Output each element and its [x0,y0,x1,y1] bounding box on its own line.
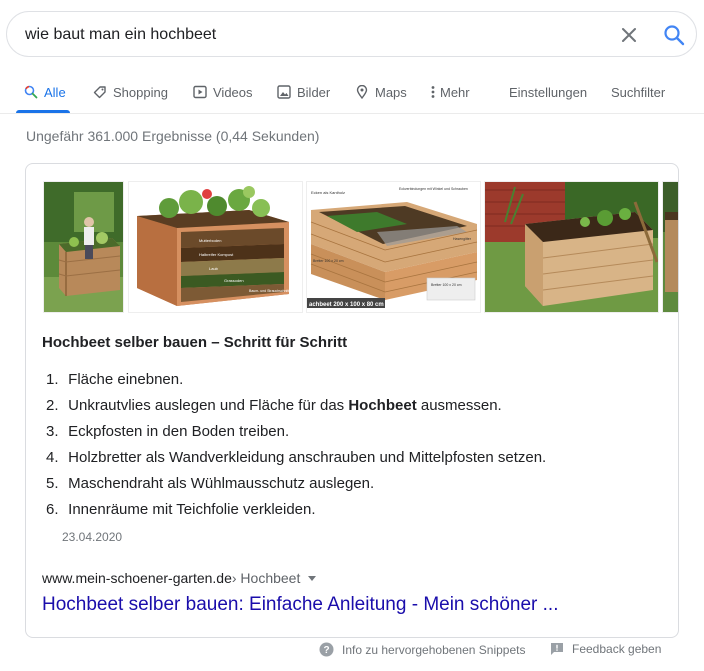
clear-search-button[interactable] [619,25,639,45]
snippet-steps-list: 1. Fläche einebnen. 2. Unkrautvlies ausl… [46,367,546,523]
step-text: Unkrautvlies auslegen und Fläche für das [68,397,349,414]
diagram-label: Eckverbindungen mit Winkel und Schrauben [399,187,468,191]
diagram-label: Mutterboden [199,238,221,243]
step-number: 5. [46,475,59,492]
diagram-label: achbeet 200 x 100 x 80 cm [309,302,384,308]
chevron-down-icon[interactable] [308,575,317,581]
tab-mehr[interactable]: Mehr [430,82,470,102]
search-tabs: Alle Shopping Videos Bilder Maps Mehr Ei… [0,70,704,114]
cite-path: › Hochbeet [231,570,301,586]
featured-snippet: Mutterboden Halbreifer Kompost Laub Gras… [25,163,679,638]
tab-label: Mehr [440,84,470,100]
more-vert-icon [431,86,435,98]
active-tab-indicator [16,110,70,113]
step-number: 1. [46,371,59,388]
help-icon: ? [319,642,334,657]
diagram-label: Ecken als Kantholz [311,190,345,195]
tab-label: Shopping [113,84,168,100]
tab-label: Einstellungen [509,84,588,100]
diagram-label: Baum- und Strauchschnitt [249,289,289,293]
tab-label: Videos [213,84,253,100]
close-icon [622,28,636,42]
snippet-title: Hochbeet selber bauen – Schritt für Schr… [42,334,348,351]
map-pin-icon [356,85,368,99]
step-text: ausmessen. [416,397,502,414]
diagram-label: Grassoden [224,278,244,283]
tab-suchfilter[interactable]: Suchfilter [611,82,665,102]
step-number: 3. [46,423,59,440]
diagram-label: Halbreifer Kompost [199,252,234,257]
result-title-link[interactable]: Hochbeet selber bauen: Einfache Anleitun… [42,594,559,616]
hochbeet-wooden-raised-bed-photo[interactable] [484,181,659,313]
tab-shopping[interactable]: Shopping [93,82,168,102]
search-box[interactable] [6,11,697,57]
step-text: Eckpfosten in den Boden treiben. [68,423,290,440]
list-item: 5. Maschendraht als Wühlmausschutz ausle… [46,471,546,497]
image-icon [277,85,291,99]
snippet-date: 23.04.2020 [62,530,123,544]
search-icon [24,85,38,99]
list-item: 4. Holzbretter als Wandverkleidung ansch… [46,445,546,471]
feedback-link[interactable]: Feedback geben [550,642,661,656]
search-button[interactable] [663,24,685,46]
result-breadcrumb: www.mein-schoener-garten.de › Hochbeet [42,570,317,586]
diagram-label: Bretter 100 x 20 cm [431,283,462,287]
tab-einstellungen[interactable]: Einstellungen [509,82,587,102]
snippet-image-strip: Mutterboden Halbreifer Kompost Laub Gras… [43,181,678,313]
tab-alle[interactable]: Alle [24,82,66,102]
tab-label: Maps [375,84,407,100]
step-text: Innenräume mit Teichfolie verkleiden. [68,501,316,518]
search-icon [664,25,685,46]
cite-domain: www.mein-schoener-garten.de [42,570,232,586]
svg-text:?: ? [323,645,329,656]
feedback-label: Feedback geben [572,642,662,656]
diagram-label: Laub [209,266,219,271]
feedback-icon [551,643,563,655]
hochbeet-partial-photo[interactable] [662,181,678,313]
tab-label: Alle [44,84,66,100]
hochbeet-layers-diagram[interactable]: Mutterboden Halbreifer Kompost Laub Gras… [128,181,303,313]
diagram-label: Bretter 100 x 20 cm [313,259,344,263]
list-item: 1. Fläche einebnen. [46,367,546,393]
diagram-label: Hasengitter [453,237,472,241]
list-item: 3. Eckpfosten in den Boden treiben. [46,419,546,445]
tag-icon [93,86,106,99]
hochbeet-garden-photo[interactable] [43,181,124,313]
tab-bilder[interactable]: Bilder [277,82,330,102]
step-number: 2. [46,397,59,414]
tab-label: Suchfilter [611,84,666,100]
tab-maps[interactable]: Maps [355,82,407,102]
tab-videos[interactable]: Videos [193,82,253,102]
step-number: 6. [46,501,59,518]
info-label: Info zu hervorgehobenen Snippets [342,642,526,657]
step-number: 4. [46,449,59,466]
list-item: 2. Unkrautvlies auslegen und Fläche für … [46,393,546,419]
step-text: Fläche einebnen. [68,371,184,388]
snippet-info-link[interactable]: ? Info zu hervorgehobenen Snippets [319,642,525,657]
step-text: Holzbretter als Wandverkleidung anschrau… [68,449,547,466]
step-highlight: Hochbeet [348,397,417,414]
result-stats: Ungefähr 361.000 Ergebnisse (0,44 Sekund… [26,128,320,144]
search-input[interactable] [25,24,585,46]
step-text: Maschendraht als Wühlmausschutz auslegen… [68,475,375,492]
hochbeet-construction-diagram[interactable]: Ecken als Kantholz Eckverbindungen mit W… [306,181,481,313]
list-item: 6. Innenräume mit Teichfolie verkleiden. [46,497,546,523]
tab-label: Bilder [297,84,331,100]
play-icon [193,85,207,99]
